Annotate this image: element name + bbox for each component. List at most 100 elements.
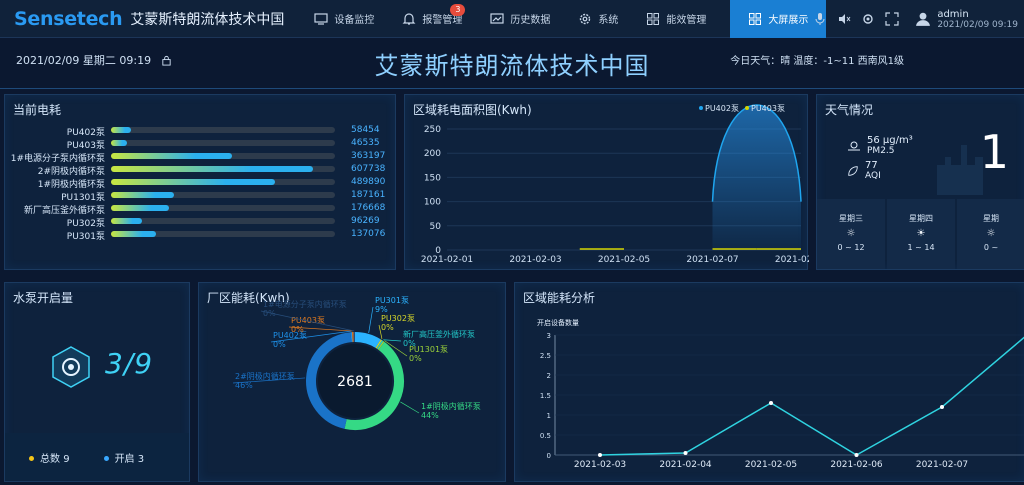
forecast-day-label: 星期四 [909,214,933,223]
power-bar-row: 2#阴极内循环泵 607738 [5,164,395,177]
slice-leader-line [383,339,402,342]
nav-system[interactable]: 系统 [564,0,632,38]
nav-big-screen[interactable]: 大屏展示 [730,0,827,38]
gear-icon [580,13,591,24]
power-bar-row: PU301泵 137076 [5,229,395,242]
slice-percent-label: 0% [273,340,286,349]
y-tick-label: 0 [547,452,551,460]
y-tick-label: 1.5 [540,392,551,400]
fullscreen-icon[interactable] [885,12,899,26]
nav-label: 大屏展示 [768,15,809,26]
panel-title: 水泵开启量 [13,291,74,305]
total-count: 9 [63,453,70,465]
microphone-icon[interactable] [813,12,827,26]
nav-device-monitor[interactable]: 设备监控 [300,0,388,38]
legend-dot [699,106,703,110]
settings-icon[interactable] [861,12,875,26]
main-nav: 设备监控 报警管理 3 历史数据 系统 能效管理 大屏展示 [300,0,827,38]
brand-logo[interactable]: Sensetech [14,8,123,30]
forecast-day-label: 星期 [983,214,999,223]
x-tick-label: 2021-02-05 [598,255,650,265]
partly-sunny-icon: ☀ [916,228,926,239]
header-divider [0,88,1024,89]
grid-icon [749,12,762,25]
x-tick-label: 2021-02-07 [916,460,968,470]
top-nav-bar: Sensetech 艾蒙斯特朗流体技术中国 设备监控 报警管理 3 历史数据 系… [0,0,1024,38]
bar-fill [111,153,232,159]
pump-legend: 总数 9 开启 3 [5,433,189,481]
slice-percent-label: 44% [421,411,439,420]
donut-slice [375,339,383,349]
slice-name-label: PU301泵 [375,296,409,305]
bar-track [111,205,335,211]
bar-fill [111,192,174,198]
mute-icon[interactable] [837,12,851,26]
sun-icon: ☼ [986,228,996,239]
pump-name: PU301泵 [66,232,105,242]
open-count: 3 [137,453,145,465]
slice-name-label: 1#电源分子泵内循环泵 [263,299,347,309]
forecast-day: 星期四 ☀ 1 ~ 14 [887,199,955,269]
donut-slice [377,341,385,350]
y-tick-label: 100 [424,198,441,208]
user-name: admin [937,8,969,20]
bar-fill [111,205,170,211]
slice-name-label: 新厂高压釜外循环泵 [403,329,475,339]
forecast-range: 1 ~ 14 [907,243,935,252]
bar-fill [111,140,127,146]
power-value: 46535 [351,138,380,148]
user-datetime: 2021/02/09 09:19 [937,19,1018,30]
slice-percent-label: 9% [375,305,388,314]
slice-name-label: PU1301泵 [409,345,448,354]
user-avatar-icon [916,12,931,26]
x-tick-label: 2021-02-07 [686,255,738,265]
slice-name-label: PU302泵 [381,314,415,323]
nav-label: 系统 [598,15,619,26]
air-quality: 56 μg/m³ PM2.5 77 AQI [847,135,913,181]
area-energy-analysis-panel: 区域能耗分析 开启设备数量 0 0.5 1 1.5 2 2.5 3 2021-02-03 2021… [514,282,1024,482]
donut-slice [376,340,384,350]
chart-icon [490,12,504,24]
power-consumption-panel: 当前电耗 PU402泵 58454 PU403泵 46535 1#电源分子泵内循环泵 36… [4,94,396,270]
slice-percent-label: 46% [235,381,253,390]
nav-energy-management[interactable]: 能效管理 [632,0,720,38]
legend-total: 总数 9 [29,450,70,465]
y-tick-label: 1 [547,412,551,420]
x-tick-label: 2021-02-06 [830,460,883,470]
forecast-range: 0 ~ 12 [837,243,865,252]
open-dot [103,456,109,461]
donut-total: 2681 [337,374,373,390]
power-bar-row: PU402泵 58454 [5,125,395,138]
plant-donut-chart: 26811#阴极内循环泵44%2#阴极内循环泵46%PU402泵0%PU403泵… [232,296,481,430]
legend-label: PU403泵 [751,104,785,113]
power-bar-row: 新厂高压釜外循环泵 176668 [5,203,395,216]
bar-track [111,231,335,237]
y-axis-title: 开启设备数量 [537,318,579,327]
slice-percent-label: 0% [381,323,394,332]
bar-track [111,153,335,159]
nav-label: 历史数据 [510,15,551,26]
y-tick-label: 3 [547,332,551,340]
nav-history-data[interactable]: 历史数据 [476,0,564,38]
x-tick-label: 2021-02-09 [775,255,809,265]
slice-percent-label: 0% [409,354,422,363]
total-dot [29,456,34,461]
bar-track [111,127,335,133]
app-title: 艾蒙斯特朗流体技术中国 [130,11,285,28]
pump-open-panel: 水泵开启量 3/9 总数 9 开启 3 [4,282,190,482]
bar-track [111,140,335,146]
forecast-range: 0 ~ [983,243,999,252]
y-tick-label: 2 [547,372,551,380]
nav-alarm-management[interactable]: 报警管理 3 [388,0,476,38]
y-tick-label: 200 [424,149,441,159]
user-menu[interactable]: admin 2021/02/09 09:19 [915,9,1018,30]
total-label: 总数 [40,453,60,465]
pm25-value: 56 μg/m³ [867,135,913,146]
bar-track [111,218,335,224]
power-value: 187161 [351,190,386,200]
nav-label: 能效管理 [666,15,707,26]
slice-name-label: 1#阴极内循环泵 [421,401,481,411]
power-value: 58454 [351,125,380,135]
sun-icon: ☼ [846,228,856,239]
legend-open: 开启 3 [103,450,145,465]
